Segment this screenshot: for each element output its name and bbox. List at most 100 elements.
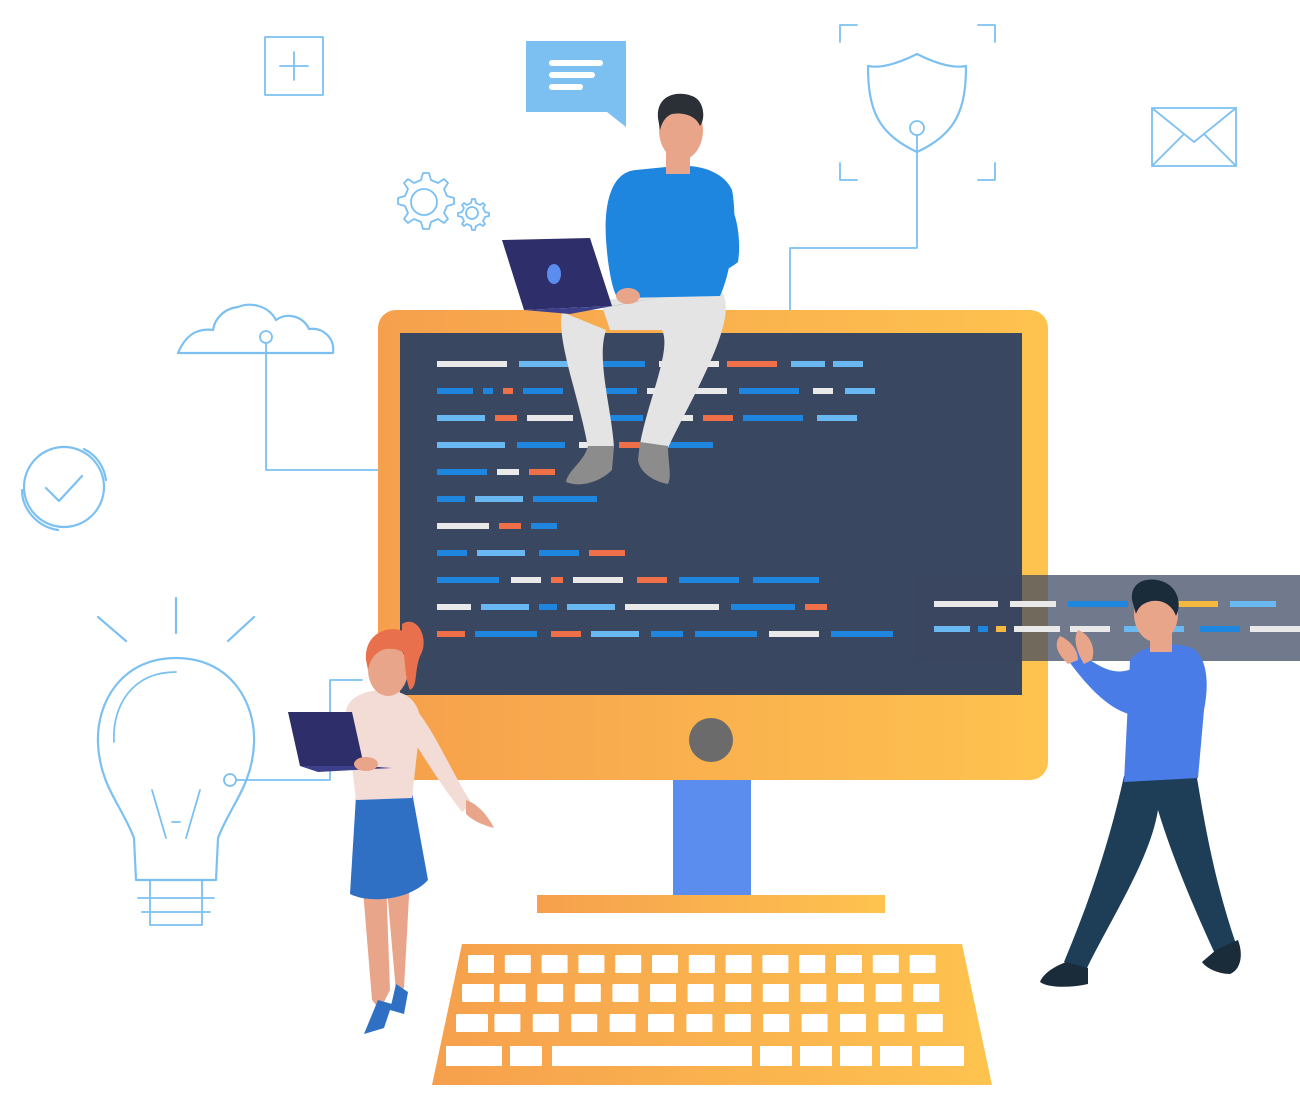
- code-segment: [743, 415, 803, 421]
- keyboard-key: [688, 955, 715, 973]
- code-segment: [437, 388, 473, 394]
- code-segment: [591, 631, 639, 637]
- code-segment: [551, 631, 581, 637]
- keyboard-key: [909, 955, 936, 973]
- panel-code-segment: [1250, 626, 1300, 632]
- keyboard-key: [913, 984, 940, 1002]
- keyboard-key: [532, 1014, 559, 1032]
- code-segment: [477, 550, 525, 556]
- code-segment: [511, 577, 541, 583]
- panel-code-segment: [1200, 626, 1240, 632]
- code-segment: [437, 469, 487, 475]
- keyboard-key: [652, 955, 678, 973]
- panel-code-segment: [1010, 601, 1056, 607]
- keyboard-key: [541, 955, 568, 973]
- code-segment: [529, 469, 555, 475]
- code-segment: [483, 388, 493, 394]
- code-segment: [567, 604, 615, 610]
- code-segment: [437, 550, 467, 556]
- code-segment: [679, 577, 739, 583]
- code-segment: [791, 361, 825, 367]
- panel-code-segment: [978, 626, 988, 632]
- monitor-base: [537, 895, 885, 913]
- code-segment: [551, 577, 563, 583]
- illustration-scene: [20, 24, 1300, 1085]
- code-segment: [437, 631, 465, 637]
- panel-code-segment: [1068, 601, 1128, 607]
- keyboard-key: [763, 1014, 790, 1032]
- keyboard-key: [880, 1046, 912, 1066]
- keyboard-spacebar: [552, 1046, 752, 1066]
- keyboard-key: [462, 984, 494, 1002]
- monitor-power-button: [689, 718, 733, 762]
- keyboard-key: [920, 1046, 964, 1066]
- code-segment: [625, 604, 719, 610]
- keyboard-key: [836, 955, 862, 973]
- keyboard-key: [494, 1014, 521, 1032]
- keyboard-key: [725, 984, 752, 1002]
- keyboard-key: [800, 984, 827, 1002]
- code-segment: [437, 523, 489, 529]
- keyboard-key: [724, 1014, 751, 1032]
- checkmark-circle-icon: [20, 445, 108, 532]
- floating-code-panel: [914, 575, 1300, 661]
- panel-code-segment: [996, 626, 1006, 632]
- keyboard-key: [725, 955, 752, 973]
- keyboard-key: [916, 1014, 943, 1032]
- code-segment: [619, 442, 643, 448]
- keyboard-key: [799, 955, 826, 973]
- monitor-stand: [673, 780, 751, 898]
- code-segment: [533, 496, 597, 502]
- keyboard-key: [800, 1046, 832, 1066]
- keyboard-key: [687, 984, 714, 1002]
- code-segment: [503, 388, 513, 394]
- keyboard-key: [650, 984, 676, 1002]
- panel-code-segment: [1070, 626, 1110, 632]
- code-segment: [499, 523, 521, 529]
- keyboard-key: [875, 984, 902, 1002]
- keyboard-key: [878, 1014, 905, 1032]
- keyboard-key: [615, 955, 642, 973]
- keyboard-key: [838, 984, 864, 1002]
- keyboard-key: [762, 984, 789, 1002]
- code-segment: [475, 496, 523, 502]
- keyboard-key: [648, 1014, 674, 1032]
- keyboard-key: [510, 1046, 542, 1066]
- code-segment: [573, 577, 623, 583]
- code-segment: [637, 577, 667, 583]
- keyboard-key: [840, 1014, 866, 1032]
- keyboard-key: [504, 955, 531, 973]
- code-segment: [845, 388, 875, 394]
- panel-code-segment: [1230, 601, 1276, 607]
- code-segment: [437, 496, 465, 502]
- keyboard-key: [760, 1046, 792, 1066]
- code-segment: [589, 550, 625, 556]
- code-segment: [437, 442, 505, 448]
- code-segment: [813, 388, 833, 394]
- keyboard-key: [762, 955, 789, 973]
- code-segment: [475, 631, 537, 637]
- keyboard-key: [612, 984, 639, 1002]
- keyboard-key: [609, 1014, 636, 1032]
- panel-code-segment: [1014, 626, 1060, 632]
- code-segment: [753, 577, 819, 583]
- code-segment: [523, 388, 563, 394]
- keyboard-key: [571, 1014, 598, 1032]
- keyboard: [432, 944, 992, 1085]
- envelope-icon: [1151, 107, 1237, 167]
- code-segment: [437, 361, 507, 367]
- keyboard-key: [686, 1014, 713, 1032]
- keyboard-key: [574, 984, 601, 1002]
- keyboard-key: [499, 984, 526, 1002]
- code-segment: [481, 604, 529, 610]
- code-segment: [539, 604, 557, 610]
- code-segment: [437, 604, 471, 610]
- keyboard-key: [578, 955, 605, 973]
- keyboard-key: [468, 955, 494, 973]
- code-segment: [805, 604, 827, 610]
- code-segment: [769, 631, 819, 637]
- gears-icon: [397, 172, 490, 231]
- code-segment: [539, 550, 579, 556]
- code-segment: [651, 631, 683, 637]
- code-segment: [817, 415, 857, 421]
